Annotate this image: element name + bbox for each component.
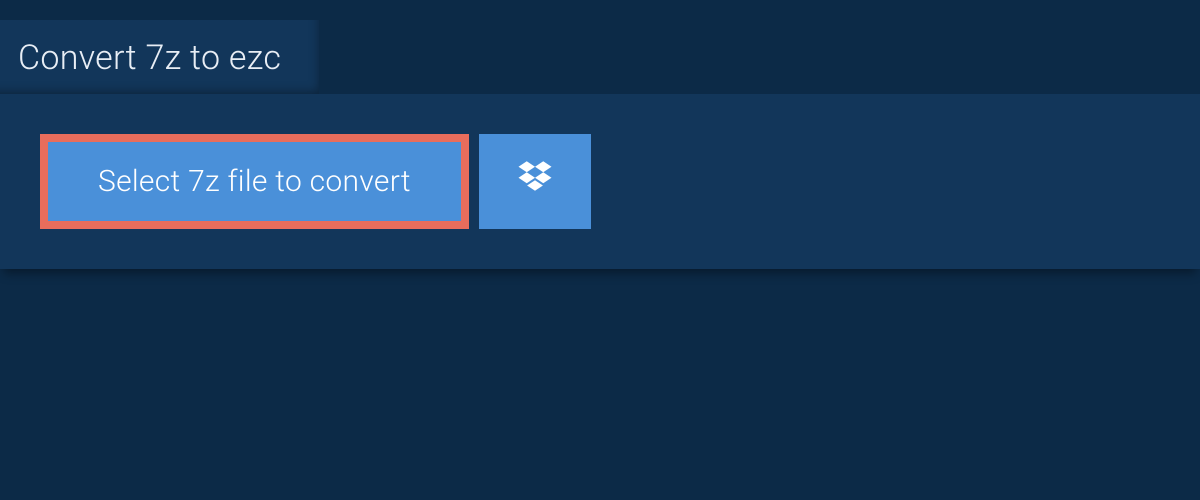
dropbox-button[interactable] (479, 134, 591, 229)
file-select-row: Select 7z file to convert (40, 134, 1160, 229)
select-file-label: Select 7z file to convert (98, 164, 411, 199)
select-file-button[interactable]: Select 7z file to convert (40, 134, 469, 229)
page-title-tab: Convert 7z to ezc (0, 20, 319, 94)
dropbox-icon (513, 158, 557, 206)
main-panel: Select 7z file to convert (0, 94, 1200, 269)
page-title: Convert 7z to ezc (18, 38, 281, 78)
